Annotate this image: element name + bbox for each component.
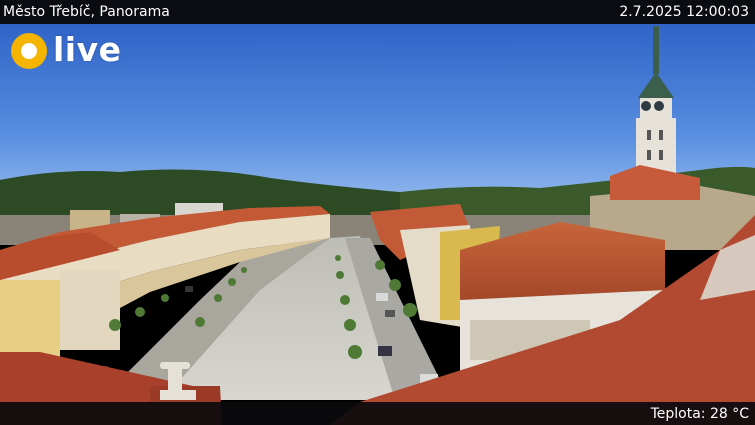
live-dot-icon <box>11 33 47 69</box>
timestamp: 2.7.2025 12:00:03 <box>619 4 749 20</box>
camera-title: Město Třebíč, Panorama <box>3 4 170 20</box>
camera-header-bar: Město Třebíč, Panorama 2.7.2025 12:00:03 <box>0 0 755 24</box>
temperature-readout: Teplota: 28 °C <box>650 406 749 422</box>
webcam-frame: Město Třebíč, Panorama 2.7.2025 12:00:03… <box>0 0 755 425</box>
camera-footer-bar: Teplota: 28 °C <box>0 402 755 425</box>
live-badge: live <box>11 30 122 69</box>
live-label: live <box>53 30 122 69</box>
